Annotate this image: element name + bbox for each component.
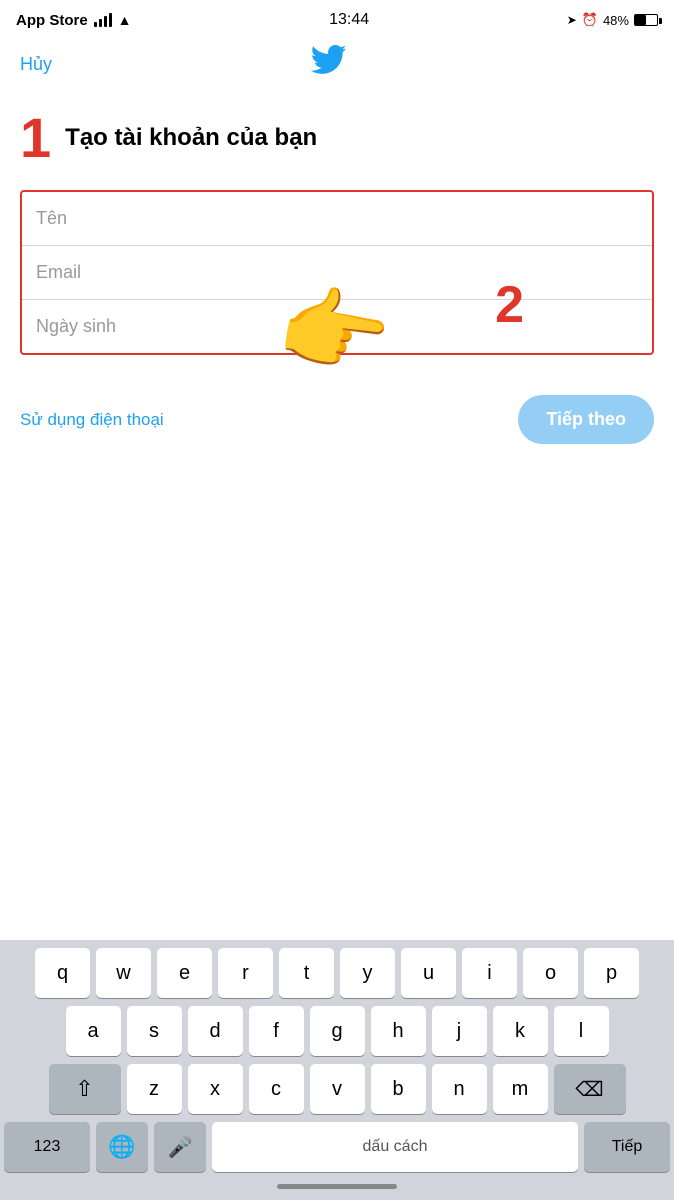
key-n[interactable]: n <box>432 1064 487 1114</box>
home-indicator <box>4 1176 670 1196</box>
email-input[interactable] <box>36 262 638 283</box>
step-header: 1 Tạo tài khoản của bạn <box>20 110 654 166</box>
wifi-icon: ▲ <box>118 12 132 28</box>
use-phone-link[interactable]: Sử dụng điện thoại <box>20 410 164 430</box>
shift-key[interactable]: ⇧ <box>49 1064 121 1114</box>
key-f[interactable]: f <box>249 1006 304 1056</box>
key-w[interactable]: w <box>96 948 151 998</box>
main-content: 1 Tạo tài khoản của bạn 2 👈 Sử dụng điện… <box>0 90 674 460</box>
signal-bars-icon <box>94 13 112 27</box>
status-bar: App Store ▲ 13:44 ➤ ⏰ 48% <box>0 0 674 38</box>
key-d[interactable]: d <box>188 1006 243 1056</box>
key-x[interactable]: x <box>188 1064 243 1114</box>
key-c[interactable]: c <box>249 1064 304 1114</box>
battery-fill <box>635 15 646 25</box>
key-v[interactable]: v <box>310 1064 365 1114</box>
key-s[interactable]: s <box>127 1006 182 1056</box>
form-box <box>20 190 654 355</box>
birthday-input[interactable] <box>36 316 638 337</box>
numbers-key[interactable]: 123 <box>4 1122 90 1172</box>
step-title: Tạo tài khoản của bạn <box>65 124 317 152</box>
alarm-icon: ⏰ <box>582 12 598 28</box>
key-h[interactable]: h <box>371 1006 426 1056</box>
globe-key[interactable]: 🌐 <box>96 1122 148 1172</box>
keyboard-row-bottom: 123 🌐 🎤 dấu cách Tiếp <box>4 1122 670 1172</box>
keyboard-row-3: ⇧ z x c v b n m ⌫ <box>4 1064 670 1114</box>
name-input[interactable] <box>36 208 638 229</box>
battery-percent: 48% <box>603 13 629 28</box>
key-t[interactable]: t <box>279 948 334 998</box>
key-m[interactable]: m <box>493 1064 548 1114</box>
backspace-key[interactable]: ⌫ <box>554 1064 626 1114</box>
email-field-container <box>22 246 652 300</box>
key-z[interactable]: z <box>127 1064 182 1114</box>
keyboard-row-2: a s d f g h j k l <box>4 1006 670 1056</box>
status-right: ➤ ⏰ 48% <box>567 12 658 28</box>
key-y[interactable]: y <box>340 948 395 998</box>
nav-bar: Hủy <box>0 38 674 90</box>
key-p[interactable]: p <box>584 948 639 998</box>
key-b[interactable]: b <box>371 1064 426 1114</box>
birthday-field-container <box>22 300 652 353</box>
key-e[interactable]: e <box>157 948 212 998</box>
key-k[interactable]: k <box>493 1006 548 1056</box>
step-number: 1 <box>20 110 51 166</box>
time-display: 13:44 <box>329 11 369 29</box>
carrier-label: App Store <box>16 12 88 29</box>
space-key[interactable]: dấu cách <box>212 1122 578 1172</box>
key-a[interactable]: a <box>66 1006 121 1056</box>
mic-key[interactable]: 🎤 <box>154 1122 206 1172</box>
next-button[interactable]: Tiếp theo <box>518 395 654 444</box>
key-o[interactable]: o <box>523 948 578 998</box>
keyboard: q w e r t y u i o p a s d f g h j k l ⇧ … <box>0 940 674 1200</box>
key-u[interactable]: u <box>401 948 456 998</box>
battery-icon <box>634 14 658 26</box>
key-i[interactable]: i <box>462 948 517 998</box>
home-bar <box>277 1184 397 1189</box>
key-q[interactable]: q <box>35 948 90 998</box>
key-r[interactable]: r <box>218 948 273 998</box>
cancel-button[interactable]: Hủy <box>20 54 52 75</box>
done-key[interactable]: Tiếp <box>584 1122 670 1172</box>
key-l[interactable]: l <box>554 1006 609 1056</box>
name-field-container <box>22 192 652 246</box>
key-j[interactable]: j <box>432 1006 487 1056</box>
twitter-logo <box>308 40 348 89</box>
key-g[interactable]: g <box>310 1006 365 1056</box>
action-row: 2 👈 Sử dụng điện thoại Tiếp theo <box>20 385 654 460</box>
location-icon: ➤ <box>567 13 577 27</box>
status-left: App Store ▲ <box>16 12 132 29</box>
keyboard-row-1: q w e r t y u i o p <box>4 948 670 998</box>
